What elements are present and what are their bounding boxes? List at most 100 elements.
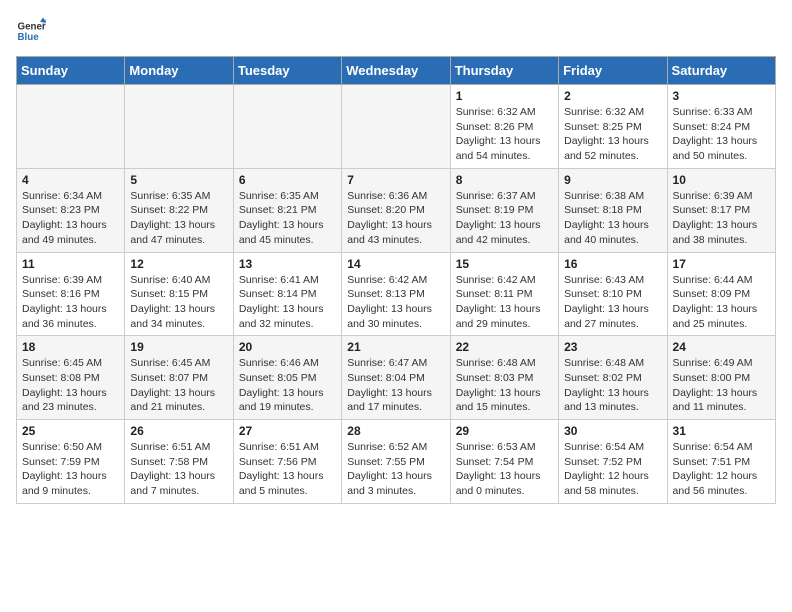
day-number: 29 <box>456 424 553 438</box>
day-info: Sunrise: 6:40 AM Sunset: 8:15 PM Dayligh… <box>130 273 227 332</box>
calendar-cell: 6 Sunrise: 6:35 AM Sunset: 8:21 PM Daylig… <box>233 168 341 252</box>
calendar-cell: 16 Sunrise: 6:43 AM Sunset: 8:10 PM Dayli… <box>559 252 667 336</box>
day-number: 12 <box>130 257 227 271</box>
day-number: 31 <box>673 424 770 438</box>
day-number: 6 <box>239 173 336 187</box>
svg-text:Blue: Blue <box>18 32 40 43</box>
day-info: Sunrise: 6:45 AM Sunset: 8:08 PM Dayligh… <box>22 356 119 415</box>
day-info: Sunrise: 6:47 AM Sunset: 8:04 PM Dayligh… <box>347 356 444 415</box>
day-number: 17 <box>673 257 770 271</box>
day-info: Sunrise: 6:36 AM Sunset: 8:20 PM Dayligh… <box>347 189 444 248</box>
page-header: General Blue <box>16 16 776 46</box>
day-number: 18 <box>22 340 119 354</box>
calendar-cell: 24 Sunrise: 6:49 AM Sunset: 8:00 PM Dayli… <box>667 336 775 420</box>
day-info: Sunrise: 6:39 AM Sunset: 8:16 PM Dayligh… <box>22 273 119 332</box>
day-info: Sunrise: 6:54 AM Sunset: 7:52 PM Dayligh… <box>564 440 661 499</box>
calendar-cell <box>233 85 341 169</box>
calendar-cell: 8Sunrise: 6:37 AM Sunset: 8:19 PM Daylig… <box>450 168 558 252</box>
day-info: Sunrise: 6:51 AM Sunset: 7:56 PM Dayligh… <box>239 440 336 499</box>
day-info: Sunrise: 6:52 AM Sunset: 7:55 PM Dayligh… <box>347 440 444 499</box>
day-number: 11 <box>22 257 119 271</box>
day-info: Sunrise: 6:32 AM Sunset: 8:26 PM Dayligh… <box>456 105 553 164</box>
calendar-cell: 3 Sunrise: 6:33 AM Sunset: 8:24 PM Daylig… <box>667 85 775 169</box>
day-number: 28 <box>347 424 444 438</box>
calendar-week-3: 11 Sunrise: 6:39 AM Sunset: 8:16 PM Dayli… <box>17 252 776 336</box>
header-saturday: Saturday <box>667 57 775 85</box>
calendar-cell: 13 Sunrise: 6:41 AM Sunset: 8:14 PM Dayli… <box>233 252 341 336</box>
day-info: Sunrise: 6:53 AM Sunset: 7:54 PM Dayligh… <box>456 440 553 499</box>
calendar-cell: 31 Sunrise: 6:54 AM Sunset: 7:51 PM Dayli… <box>667 420 775 504</box>
calendar-cell: 4 Sunrise: 6:34 AM Sunset: 8:23 PM Daylig… <box>17 168 125 252</box>
header-monday: Monday <box>125 57 233 85</box>
calendar-cell: 12 Sunrise: 6:40 AM Sunset: 8:15 PM Dayli… <box>125 252 233 336</box>
header-tuesday: Tuesday <box>233 57 341 85</box>
header-friday: Friday <box>559 57 667 85</box>
day-info: Sunrise: 6:34 AM Sunset: 8:23 PM Dayligh… <box>22 189 119 248</box>
calendar-week-1: 1 Sunrise: 6:32 AM Sunset: 8:26 PM Daylig… <box>17 85 776 169</box>
day-info: Sunrise: 6:35 AM Sunset: 8:22 PM Dayligh… <box>130 189 227 248</box>
calendar-cell: 7Sunrise: 6:36 AM Sunset: 8:20 PM Daylig… <box>342 168 450 252</box>
calendar-cell: 5Sunrise: 6:35 AM Sunset: 8:22 PM Daylig… <box>125 168 233 252</box>
day-number: 16 <box>564 257 661 271</box>
calendar-week-5: 25Sunrise: 6:50 AM Sunset: 7:59 PM Dayli… <box>17 420 776 504</box>
calendar-cell: 14 Sunrise: 6:42 AM Sunset: 8:13 PM Dayli… <box>342 252 450 336</box>
calendar-cell <box>17 85 125 169</box>
day-info: Sunrise: 6:54 AM Sunset: 7:51 PM Dayligh… <box>673 440 770 499</box>
day-number: 3 <box>673 89 770 103</box>
header-thursday: Thursday <box>450 57 558 85</box>
calendar-cell: 19Sunrise: 6:45 AM Sunset: 8:07 PM Dayli… <box>125 336 233 420</box>
calendar-header-row: SundayMondayTuesdayWednesdayThursdayFrid… <box>17 57 776 85</box>
day-number: 10 <box>673 173 770 187</box>
calendar-cell: 17 Sunrise: 6:44 AM Sunset: 8:09 PM Dayli… <box>667 252 775 336</box>
day-number: 21 <box>347 340 444 354</box>
day-info: Sunrise: 6:51 AM Sunset: 7:58 PM Dayligh… <box>130 440 227 499</box>
day-number: 22 <box>456 340 553 354</box>
logo: General Blue <box>16 16 46 46</box>
calendar-cell: 27Sunrise: 6:51 AM Sunset: 7:56 PM Dayli… <box>233 420 341 504</box>
calendar-cell: 11 Sunrise: 6:39 AM Sunset: 8:16 PM Dayli… <box>17 252 125 336</box>
calendar-cell: 29 Sunrise: 6:53 AM Sunset: 7:54 PM Dayli… <box>450 420 558 504</box>
day-info: Sunrise: 6:43 AM Sunset: 8:10 PM Dayligh… <box>564 273 661 332</box>
calendar-cell: 10 Sunrise: 6:39 AM Sunset: 8:17 PM Dayli… <box>667 168 775 252</box>
day-info: Sunrise: 6:46 AM Sunset: 8:05 PM Dayligh… <box>239 356 336 415</box>
day-info: Sunrise: 6:45 AM Sunset: 8:07 PM Dayligh… <box>130 356 227 415</box>
day-info: Sunrise: 6:48 AM Sunset: 8:02 PM Dayligh… <box>564 356 661 415</box>
day-number: 24 <box>673 340 770 354</box>
calendar-week-2: 4 Sunrise: 6:34 AM Sunset: 8:23 PM Daylig… <box>17 168 776 252</box>
day-info: Sunrise: 6:35 AM Sunset: 8:21 PM Dayligh… <box>239 189 336 248</box>
day-number: 4 <box>22 173 119 187</box>
day-number: 20 <box>239 340 336 354</box>
day-number: 9 <box>564 173 661 187</box>
logo-icon: General Blue <box>16 16 46 46</box>
calendar-cell: 2 Sunrise: 6:32 AM Sunset: 8:25 PM Daylig… <box>559 85 667 169</box>
calendar-cell: 26 Sunrise: 6:51 AM Sunset: 7:58 PM Dayli… <box>125 420 233 504</box>
header-wednesday: Wednesday <box>342 57 450 85</box>
calendar-week-4: 18 Sunrise: 6:45 AM Sunset: 8:08 PM Dayli… <box>17 336 776 420</box>
day-info: Sunrise: 6:39 AM Sunset: 8:17 PM Dayligh… <box>673 189 770 248</box>
day-info: Sunrise: 6:33 AM Sunset: 8:24 PM Dayligh… <box>673 105 770 164</box>
day-number: 23 <box>564 340 661 354</box>
calendar-cell: 22 Sunrise: 6:48 AM Sunset: 8:03 PM Dayli… <box>450 336 558 420</box>
day-number: 8 <box>456 173 553 187</box>
day-number: 1 <box>456 89 553 103</box>
day-number: 26 <box>130 424 227 438</box>
day-info: Sunrise: 6:48 AM Sunset: 8:03 PM Dayligh… <box>456 356 553 415</box>
calendar-cell: 20 Sunrise: 6:46 AM Sunset: 8:05 PM Dayli… <box>233 336 341 420</box>
calendar-cell: 1 Sunrise: 6:32 AM Sunset: 8:26 PM Daylig… <box>450 85 558 169</box>
svg-text:General: General <box>18 22 47 33</box>
day-info: Sunrise: 6:44 AM Sunset: 8:09 PM Dayligh… <box>673 273 770 332</box>
day-number: 2 <box>564 89 661 103</box>
calendar-cell: 25Sunrise: 6:50 AM Sunset: 7:59 PM Dayli… <box>17 420 125 504</box>
day-info: Sunrise: 6:41 AM Sunset: 8:14 PM Dayligh… <box>239 273 336 332</box>
calendar-cell: 30Sunrise: 6:54 AM Sunset: 7:52 PM Dayli… <box>559 420 667 504</box>
day-number: 14 <box>347 257 444 271</box>
day-info: Sunrise: 6:32 AM Sunset: 8:25 PM Dayligh… <box>564 105 661 164</box>
calendar-table: SundayMondayTuesdayWednesdayThursdayFrid… <box>16 56 776 504</box>
day-info: Sunrise: 6:42 AM Sunset: 8:13 PM Dayligh… <box>347 273 444 332</box>
day-info: Sunrise: 6:42 AM Sunset: 8:11 PM Dayligh… <box>456 273 553 332</box>
calendar-cell: 18 Sunrise: 6:45 AM Sunset: 8:08 PM Dayli… <box>17 336 125 420</box>
day-number: 13 <box>239 257 336 271</box>
day-number: 15 <box>456 257 553 271</box>
day-info: Sunrise: 6:38 AM Sunset: 8:18 PM Dayligh… <box>564 189 661 248</box>
day-info: Sunrise: 6:49 AM Sunset: 8:00 PM Dayligh… <box>673 356 770 415</box>
